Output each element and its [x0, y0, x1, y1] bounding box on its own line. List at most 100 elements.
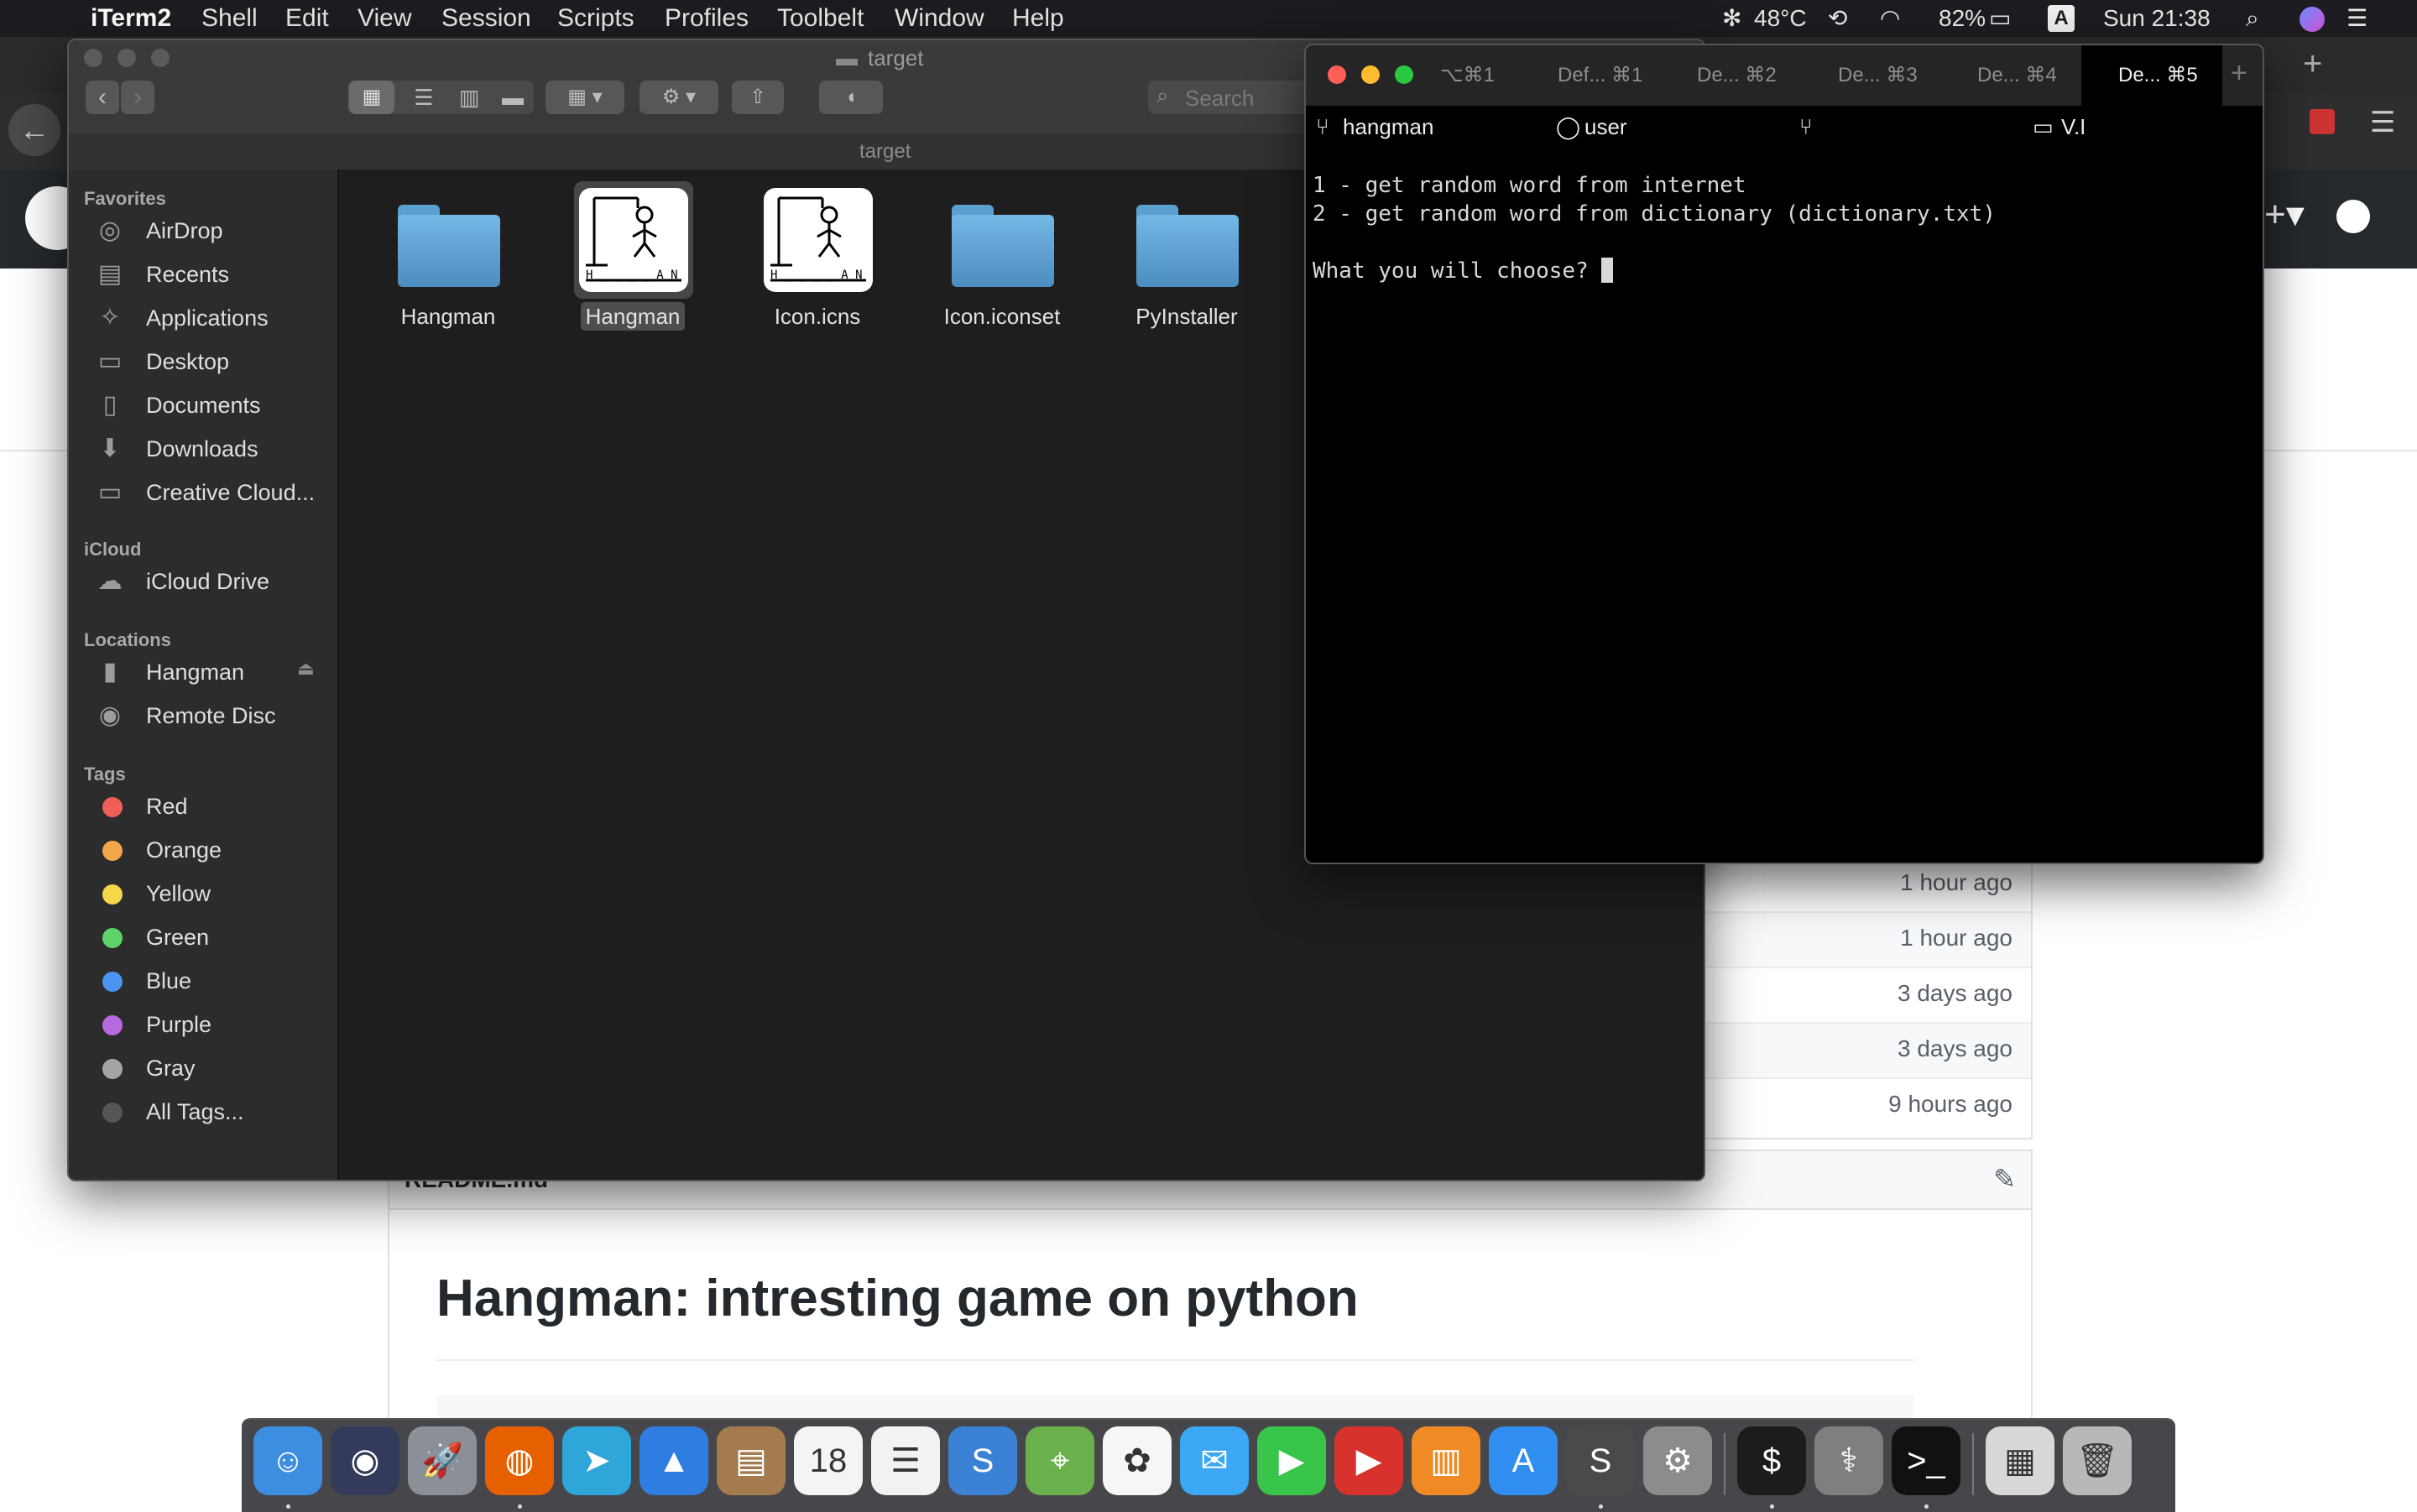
- extension-icon[interactable]: [2310, 109, 2335, 134]
- tab-4[interactable]: De... ⌘4: [1977, 45, 2057, 106]
- disk-utility-icon[interactable]: ⚕: [1814, 1426, 1883, 1495]
- close-button[interactable]: [84, 49, 102, 67]
- maps-icon[interactable]: ⌖: [1026, 1426, 1094, 1495]
- sidebar-item-hangman-volume[interactable]: ▮ Hangman ⏏: [77, 651, 329, 693]
- notification-center-icon[interactable]: ☰: [2347, 3, 2367, 34]
- menu-window[interactable]: Window: [895, 3, 984, 34]
- terminal-icon[interactable]: >_: [1892, 1426, 1960, 1509]
- zoom-button[interactable]: [1395, 65, 1413, 84]
- back-button[interactable]: ‹: [86, 81, 119, 114]
- group-by-button[interactable]: ▦ ▾: [546, 81, 624, 114]
- wifi-icon[interactable]: ◠: [1880, 3, 1900, 34]
- minimize-button[interactable]: [117, 49, 136, 67]
- new-tab-icon[interactable]: +: [2231, 57, 2247, 90]
- temperature-icon[interactable]: ✻: [1722, 3, 1741, 34]
- sidebar-tag-item[interactable]: Blue: [77, 960, 329, 1002]
- column-view-icon[interactable]: ▥: [448, 81, 490, 114]
- tab-2[interactable]: De... ⌘2: [1697, 45, 1777, 106]
- menu-view[interactable]: View: [358, 3, 411, 34]
- sidebar-tag-item[interactable]: Red: [77, 785, 329, 827]
- reminders-icon[interactable]: ☰: [871, 1426, 940, 1495]
- maps-icon-glyph: ⌖: [1050, 1442, 1070, 1479]
- menu-scripts[interactable]: Scripts: [557, 3, 634, 34]
- menu-app-name[interactable]: iTerm2: [91, 3, 171, 34]
- calendar-icon[interactable]: 18: [794, 1426, 863, 1495]
- file-item[interactable]: H _ _ _ _ A N Hangman: [544, 181, 722, 349]
- sidebar-item-icloud-drive[interactable]: ☁ iCloud Drive: [77, 560, 329, 602]
- spotlight-icon[interactable]: ⌕: [2246, 3, 2259, 34]
- file-item[interactable]: H _ _ _ _ A N Icon.icns: [728, 181, 906, 349]
- close-button[interactable]: [1328, 65, 1346, 84]
- sidebar-item-applications[interactable]: ✧ Applications: [77, 297, 329, 339]
- terminal-output[interactable]: 1 - get random word from internet 2 - ge…: [1313, 171, 2253, 285]
- sidebar-tag-item[interactable]: Purple: [77, 1004, 329, 1045]
- share-icon[interactable]: ⇧: [732, 81, 784, 114]
- tab-hotkey[interactable]: ⌥⌘1: [1440, 45, 1495, 106]
- messages-icon[interactable]: ✉: [1180, 1426, 1249, 1495]
- action-gear-icon[interactable]: ⚙ ▾: [639, 81, 718, 114]
- search-placeholder: Search: [1185, 86, 1255, 111]
- sidebar-item-airdrop[interactable]: ◎ AirDrop: [77, 210, 329, 252]
- photos-icon[interactable]: ✿: [1103, 1426, 1172, 1495]
- file-item[interactable]: Icon.iconset: [913, 181, 1091, 349]
- finder-icon[interactable]: ☺: [253, 1426, 322, 1509]
- siri-menu-icon[interactable]: [2300, 7, 2325, 32]
- trash-icon[interactable]: 🗑: [2063, 1426, 2132, 1495]
- eject-icon[interactable]: ⏏: [297, 658, 315, 680]
- sidebar-tag-item[interactable]: All Tags...: [77, 1091, 329, 1133]
- list-view-icon[interactable]: ☰: [403, 81, 445, 114]
- simplenote-icon[interactable]: S: [948, 1426, 1017, 1495]
- sidebar-item-creative-cloud[interactable]: ▭ Creative Cloud...: [77, 472, 329, 514]
- tag-icon[interactable]: ◖: [819, 81, 883, 114]
- spark-icon[interactable]: ▲: [639, 1426, 708, 1495]
- sidebar-tag-item[interactable]: Orange: [77, 829, 329, 871]
- sidebar-tag-item[interactable]: Gray: [77, 1047, 329, 1089]
- menu-profiles[interactable]: Profiles: [665, 3, 749, 34]
- books-icon[interactable]: ▥: [1412, 1426, 1480, 1495]
- menu-help[interactable]: Help: [1012, 3, 1064, 34]
- sidebar-item-recents[interactable]: ▤ Recents: [77, 253, 329, 295]
- input-source-indicator[interactable]: A: [2048, 5, 2075, 32]
- browser-menu-icon[interactable]: ☰: [2370, 106, 2395, 139]
- sidebar-tag-item[interactable]: Yellow: [77, 873, 329, 915]
- gallery-view-icon[interactable]: ▬: [492, 81, 534, 114]
- menu-shell[interactable]: Shell: [201, 3, 258, 34]
- edit-pencil-icon[interactable]: ✎: [1993, 1163, 2016, 1195]
- tab-1[interactable]: Def... ⌘1: [1558, 45, 1642, 106]
- sidebar-item-remote-disc[interactable]: ◉ Remote Disc: [77, 695, 329, 737]
- sidebar-tag-item[interactable]: Green: [77, 916, 329, 958]
- forward-button[interactable]: ›: [121, 81, 154, 114]
- tab-3[interactable]: De... ⌘3: [1838, 45, 1918, 106]
- music-player-icon[interactable]: ▶: [1334, 1426, 1403, 1495]
- battery-icon[interactable]: ▭: [1989, 3, 2011, 34]
- zoom-button[interactable]: [151, 49, 170, 67]
- create-new-icon[interactable]: +▾: [2264, 193, 2305, 236]
- sublime-text-icon[interactable]: S: [1566, 1426, 1635, 1509]
- file-item[interactable]: Hangman: [359, 181, 537, 349]
- browser-back-icon[interactable]: ←: [8, 104, 60, 156]
- siri-icon[interactable]: ◉: [331, 1426, 399, 1495]
- sidebar-item-desktop[interactable]: ▭ Desktop: [77, 341, 329, 383]
- facetime-icon[interactable]: ▶: [1257, 1426, 1326, 1495]
- menu-toolbelt[interactable]: Toolbelt: [777, 3, 864, 34]
- menu-edit[interactable]: Edit: [285, 3, 329, 34]
- documents-icon[interactable]: ▦: [1986, 1426, 2054, 1495]
- sidebar-item-documents[interactable]: ▯ Documents: [77, 384, 329, 426]
- minimize-button[interactable]: [1361, 65, 1380, 84]
- avatar[interactable]: [2336, 200, 2370, 233]
- tab-5[interactable]: De... ⌘5: [2081, 45, 2222, 106]
- time-machine-icon[interactable]: ⟲: [1828, 3, 1847, 34]
- contacts-icon[interactable]: ▤: [717, 1426, 786, 1495]
- system-preferences-icon[interactable]: ⚙: [1643, 1426, 1712, 1495]
- menu-clock[interactable]: Sun 21:38: [2103, 3, 2211, 34]
- menu-session[interactable]: Session: [441, 3, 531, 34]
- app-store-icon[interactable]: A: [1489, 1426, 1558, 1495]
- telegram-icon[interactable]: ➤: [562, 1426, 631, 1495]
- launchpad-icon[interactable]: 🚀: [408, 1426, 477, 1495]
- iterm-icon[interactable]: $: [1737, 1426, 1806, 1509]
- file-item[interactable]: PyInstaller: [1098, 181, 1276, 349]
- firefox-icon[interactable]: ◍: [485, 1426, 554, 1509]
- new-tab-icon[interactable]: +: [2303, 45, 2322, 83]
- sidebar-item-downloads[interactable]: ⬇ Downloads: [77, 428, 329, 470]
- icon-view-icon[interactable]: ▦: [349, 81, 394, 114]
